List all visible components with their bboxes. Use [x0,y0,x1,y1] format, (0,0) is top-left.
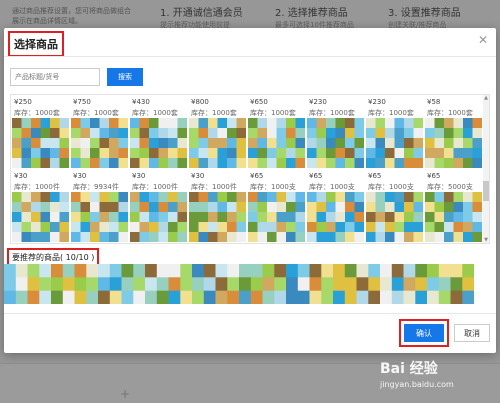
product-stock: 库存：1000件 [14,183,60,191]
product-stock: 库存：1000套 [250,109,296,117]
product-stock: 库存：9934件 [73,183,119,191]
selected-product-thumb[interactable] [239,264,287,305]
confirm-highlight: 确认 [399,319,449,347]
product-price: ¥30 [191,172,205,180]
product-list[interactable]: ¥250 库存：1000套 ¥750 库存：1000套 ¥430 库存：1000套 ¥800… [10,94,490,244]
product-item[interactable]: ¥65 库存：1000支 [306,169,365,243]
product-stock: 库存：1000套 [368,109,414,117]
selected-product-thumb[interactable] [286,264,334,305]
product-stock: 库存：1000套 [191,109,237,117]
selected-product-thumb[interactable] [4,264,52,305]
product-image [130,118,188,169]
product-price: ¥750 [73,98,91,106]
product-row-2: ¥30 库存：1000件 ¥30 库存：9934件 ¥30 库存：1000件 ¥30 库存：1… [11,169,485,243]
product-stock: 库存：1000支 [368,183,414,191]
product-stock: 库存：1000套 [14,109,60,117]
product-image [366,192,424,243]
product-price: ¥650 [250,98,268,106]
product-item[interactable]: ¥800 库存：1000套 [188,95,247,169]
product-image [12,192,70,243]
product-image [71,192,129,243]
product-stock: 库存：1000件 [132,183,178,191]
watermark-url: jingyan.baidu.com [380,380,454,389]
product-price: ¥30 [132,172,146,180]
product-image [307,192,365,243]
product-item[interactable]: ¥230 库存：1000套 [306,95,365,169]
product-item[interactable]: ¥65 库存：5000支 [424,169,483,243]
watermark-logo: Bai 经验 [380,361,438,377]
search-button[interactable]: 搜索 [107,68,143,86]
product-price: ¥30 [14,172,28,180]
product-stock: 库存：1000套 [427,109,473,117]
product-image [248,118,306,169]
product-price: ¥65 [250,172,264,180]
product-price: ¥65 [368,172,382,180]
product-stock: 库存：1000支 [309,183,355,191]
product-item[interactable]: ¥30 库存：1000件 [188,169,247,243]
product-image [12,118,70,169]
product-item[interactable]: ¥250 库存：1000套 [11,95,70,169]
product-item[interactable]: ¥230 库存：1000套 [365,95,424,169]
product-image [307,118,365,169]
product-image [71,118,129,169]
search-input[interactable] [10,68,100,86]
selected-product-thumb[interactable] [192,264,240,305]
product-image [248,192,306,243]
product-price: ¥65 [309,172,323,180]
product-item[interactable]: ¥30 库存：1000件 [11,169,70,243]
selected-product-thumb[interactable] [333,264,381,305]
product-row-1: ¥250 库存：1000套 ¥750 库存：1000套 ¥430 库存：1000套 ¥800… [11,95,485,169]
product-price: ¥250 [14,98,32,106]
product-price: ¥430 [132,98,150,106]
product-item[interactable]: ¥65 库存：1000支 [365,169,424,243]
selected-product-thumb[interactable] [380,264,428,305]
selected-product-thumb[interactable] [145,264,193,305]
selected-product-thumb[interactable] [51,264,99,305]
product-image [130,192,188,243]
confirm-button[interactable]: 确认 [404,324,444,342]
product-image [425,118,483,169]
product-item[interactable]: ¥750 库存：1000套 [70,95,129,169]
scroll-thumb[interactable] [483,181,489,201]
product-image [189,192,247,243]
product-item[interactable]: ¥58 库存：1000套 [424,95,483,169]
title-divider [4,56,496,57]
product-image [189,118,247,169]
product-price: ¥800 [191,98,209,106]
dialog-title: 选择商品 [8,31,64,57]
product-item[interactable]: ¥30 库存：9934件 [70,169,129,243]
product-image [366,118,424,169]
product-price: ¥58 [427,98,441,106]
product-item[interactable]: ¥430 库存：1000套 [129,95,188,169]
scroll-up-icon[interactable]: ▲ [483,95,489,101]
selected-product-thumb[interactable] [98,264,146,305]
product-price: ¥230 [309,98,327,106]
product-price: ¥65 [427,172,441,180]
product-item[interactable]: ¥65 库存：1000支 [247,169,306,243]
product-stock: 库存：1000支 [250,183,296,191]
watermark: Bai 经验 jingyan.baidu.com [380,358,454,389]
cancel-button[interactable]: 取消 [454,324,490,342]
product-item[interactable]: ¥30 库存：1000件 [129,169,188,243]
product-item[interactable]: ¥650 库存：1000套 [247,95,306,169]
product-image [425,192,483,243]
product-price: ¥30 [73,172,87,180]
scroll-down-icon[interactable]: ▼ [483,237,489,243]
product-stock: 库存：5000支 [427,183,473,191]
product-price: ¥230 [368,98,386,106]
select-product-dialog: 选择商品 ✕ 搜索 ¥250 库存：1000套 ¥750 库存：1000套 ¥430 库存… [4,28,496,353]
product-scrollbar[interactable]: ▲ ▼ [483,95,489,243]
product-stock: 库存：1000套 [73,109,119,117]
selected-products [4,264,478,305]
product-stock: 库存：1000套 [132,109,178,117]
selected-product-thumb[interactable] [427,264,475,305]
footer-divider [4,313,496,314]
product-stock: 库存：1000件 [191,183,237,191]
close-icon[interactable]: ✕ [478,33,488,47]
product-stock: 库存：1000套 [309,109,355,117]
